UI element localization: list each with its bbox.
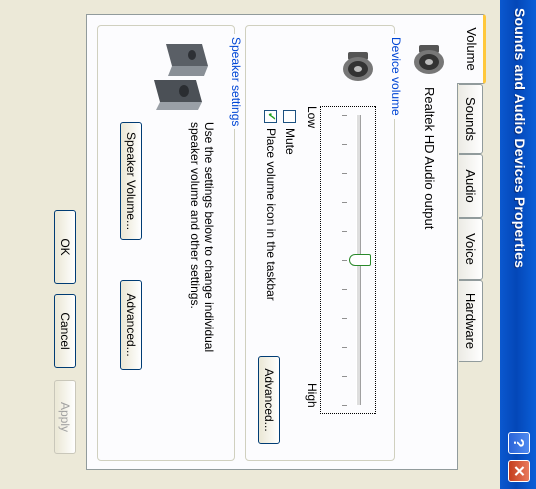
speaker-settings-group: Speaker settings Use the settings below …: [97, 25, 243, 461]
volume-tab-panel: Realtek HD Audio output Device volume Lo…: [86, 14, 458, 470]
speaker-settings-description: Use the settings below to change individ…: [188, 122, 216, 353]
mute-label: Mute: [283, 128, 297, 155]
apply-button[interactable]: Apply: [54, 380, 76, 454]
help-button[interactable]: ?: [508, 432, 530, 454]
taskbar-label: Place volume icon in the taskbar: [264, 128, 278, 301]
slider-tick: [342, 289, 347, 290]
mute-checkbox-row[interactable]: Mute: [283, 110, 297, 155]
device-volume-label: Device volume: [389, 34, 403, 119]
slider-tick: [342, 405, 347, 406]
tab-sounds[interactable]: Sounds: [459, 84, 483, 154]
dialog-window: Sounds and Audio Devices Properties ? ✕ …: [0, 0, 536, 489]
mute-checkbox[interactable]: [283, 110, 297, 123]
device-name: Realtek HD Audio output: [422, 87, 437, 230]
slider-tick: [342, 173, 347, 174]
slider-tick: [342, 318, 347, 319]
volume-high-label: High: [305, 383, 319, 408]
tab-volume[interactable]: Volume: [457, 14, 486, 84]
cancel-button[interactable]: Cancel: [54, 294, 76, 368]
tab-audio[interactable]: Audio: [459, 154, 483, 218]
slider-tick: [342, 260, 347, 261]
speaker-advanced-button[interactable]: Advanced...: [120, 280, 142, 370]
slider-tick: [342, 231, 347, 232]
volume-advanced-button[interactable]: Advanced...: [258, 356, 280, 444]
slider-tick: [342, 376, 347, 377]
speaker-icon: [414, 45, 444, 74]
device-volume-group: Device volume Low High Mute ✓ Place volu…: [245, 25, 403, 461]
taskbar-checkbox[interactable]: ✓: [264, 110, 278, 123]
title-bar[interactable]: Sounds and Audio Devices Properties ? ✕: [500, 0, 536, 489]
tab-voice[interactable]: Voice: [459, 218, 483, 280]
speakers-icon: [154, 44, 208, 110]
taskbar-checkbox-row[interactable]: ✓ Place volume icon in the taskbar: [264, 110, 278, 301]
window-title: Sounds and Audio Devices Properties: [512, 8, 528, 269]
device-volume-slider[interactable]: [320, 106, 376, 414]
slider-tick: [342, 115, 347, 116]
speaker-settings-label: Speaker settings: [229, 34, 243, 130]
volume-speaker-icon: [343, 52, 373, 81]
tab-hardware[interactable]: Hardware: [459, 280, 483, 362]
slider-thumb[interactable]: [349, 254, 371, 266]
slider-tick: [342, 202, 347, 203]
help-icon: ?: [510, 438, 527, 448]
speaker-volume-button[interactable]: Speaker Volume...: [120, 122, 142, 240]
slider-tick: [342, 347, 347, 348]
volume-low-label: Low: [305, 106, 319, 129]
close-button[interactable]: ✕: [508, 460, 530, 482]
ok-button[interactable]: OK: [54, 210, 76, 284]
slider-tick: [342, 144, 347, 145]
close-icon: ✕: [510, 464, 527, 478]
dialog-client-area: Volume Sounds Audio Voice Hardware Realt…: [0, 0, 500, 489]
